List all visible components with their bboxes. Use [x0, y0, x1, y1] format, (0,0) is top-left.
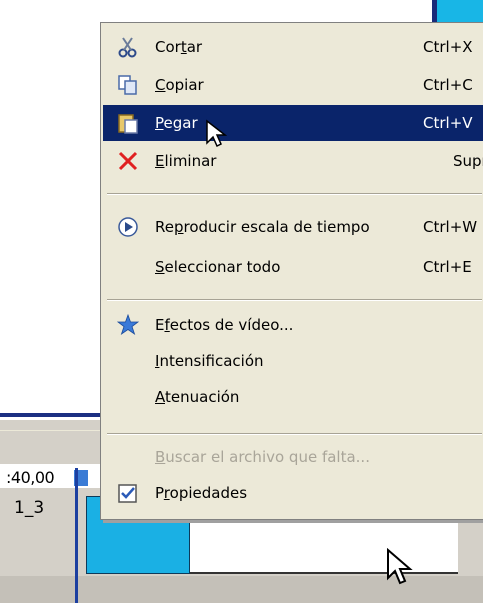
properties-icon: [118, 484, 137, 503]
menu-item-fade-out[interactable]: Atenuación: [103, 379, 483, 415]
delete-icon: [118, 151, 138, 171]
copy-icon: [118, 75, 137, 95]
mouse-pointer-icon: [387, 548, 413, 585]
menu-item-label: Eliminar: [155, 152, 217, 170]
menu-item-cut[interactable]: Cortar Ctrl+X: [103, 29, 483, 65]
menu-item-copy[interactable]: Copiar Ctrl+C: [103, 67, 483, 103]
shortcut-label: Ctrl+X: [423, 38, 473, 56]
menu-item-label: Cortar: [155, 38, 203, 56]
shortcut-label: Ctrl+E: [423, 258, 472, 276]
menu-item-find-missing-file: Buscar el archivo que falta...: [103, 439, 483, 475]
paste-icon: [118, 114, 138, 134]
menu-item-label: Buscar el archivo que falta...: [155, 448, 370, 466]
menu-item-select-all[interactable]: Seleccionar todo Ctrl+E: [103, 249, 483, 285]
shortcut-label: Ctrl+W: [423, 218, 478, 236]
star-icon: [117, 314, 139, 336]
timeline-divider: [0, 413, 110, 417]
menu-item-label: Reproducir escala de tiempo: [155, 218, 370, 236]
menu-item-paste[interactable]: Pegar Ctrl+V: [103, 105, 483, 148]
menu-item-label: Efectos de vídeo...: [155, 316, 294, 334]
menu-item-video-effects[interactable]: Efectos de vídeo...: [103, 307, 483, 343]
menu-item-properties[interactable]: Propiedades: [103, 475, 483, 511]
track-label: 1_3: [14, 498, 45, 518]
menu-item-fade-in[interactable]: Intensificación: [103, 343, 483, 379]
menu-item-delete[interactable]: Eliminar Supr: [103, 143, 483, 179]
menu-item-label: Propiedades: [155, 484, 248, 502]
menu-separator: [107, 433, 482, 435]
menu-item-play-timeline[interactable]: Reproducir escala de tiempo Ctrl+W: [103, 209, 483, 245]
shortcut-label: Supr: [453, 152, 483, 170]
menu-item-label: Seleccionar todo: [155, 258, 281, 276]
shortcut-label: Ctrl+V: [423, 114, 473, 132]
menu-item-label: Pegar: [155, 114, 198, 132]
menu-item-label: Intensificación: [155, 352, 264, 370]
shortcut-label: Ctrl+C: [423, 76, 473, 94]
menu-separator: [107, 299, 482, 301]
play-icon: [118, 217, 138, 237]
menu-item-label: Copiar: [155, 76, 204, 94]
menu-item-label: Atenuación: [155, 388, 240, 406]
playhead[interactable]: [75, 468, 78, 603]
menu-separator: [107, 193, 482, 195]
context-menu: Cortar Ctrl+X Copiar Ctrl+C Pegar Ctrl+V…: [100, 22, 483, 520]
scissors-icon: [118, 37, 137, 58]
